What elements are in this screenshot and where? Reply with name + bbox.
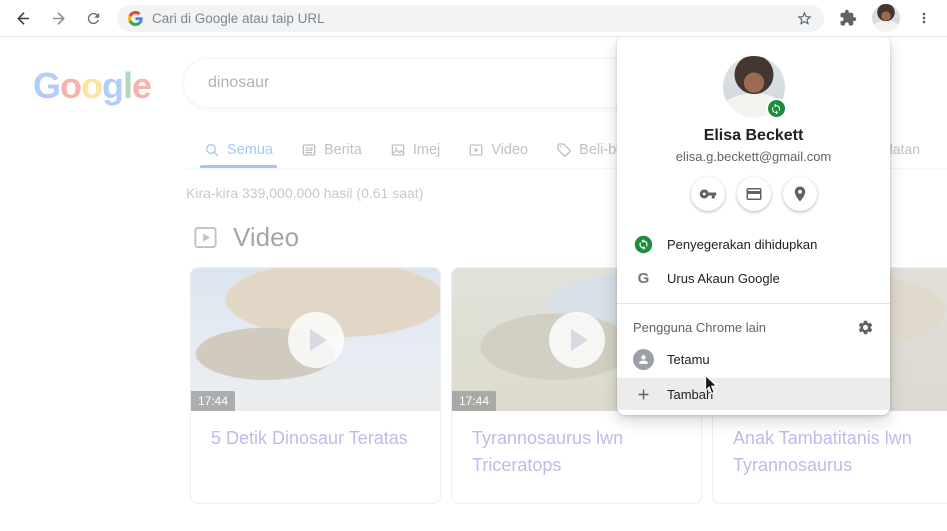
sync-on-badge: [766, 98, 787, 119]
images-icon: [390, 142, 406, 158]
logo-letter: g: [102, 65, 123, 106]
video-duration: 17:44: [191, 391, 235, 411]
logo-letter: G: [33, 65, 60, 106]
tab-label: Berita: [324, 142, 362, 158]
profile-menu: Elisa Beckett elisa.g.beckett@gmail.com …: [617, 36, 890, 415]
tab-video[interactable]: Video: [468, 133, 528, 166]
guest-avatar-icon: [633, 349, 654, 370]
profile-menu-items: Penyegerakan dihidupkan G Urus Akaun Goo…: [617, 227, 890, 410]
video-section-title: Video: [233, 222, 299, 253]
logo-letter: e: [132, 65, 151, 106]
puzzle-icon: [839, 9, 857, 27]
video-section-icon: [192, 224, 219, 251]
extensions-button[interactable]: [837, 7, 859, 29]
menu-item-sync-status[interactable]: Penyegerakan dihidupkan: [617, 227, 890, 261]
tab-label: Video: [491, 142, 528, 158]
sync-icon: [770, 103, 782, 115]
menu-item-guest[interactable]: Tetamu: [617, 342, 890, 376]
browser-window: Cari di Google atau taip URL Google dino…: [0, 0, 947, 531]
credit-card-icon: [745, 185, 763, 203]
profile-photo-wrap: [723, 56, 785, 118]
shopping-tag-icon: [556, 142, 572, 158]
cursor-arrow-icon: [704, 374, 719, 396]
google-g-gray-icon: G: [633, 270, 654, 287]
quick-actions-row: [617, 177, 890, 211]
sync-circle-icon: [634, 235, 653, 254]
plus-icon: [633, 386, 654, 403]
search-query-text: dinosaur: [208, 74, 269, 92]
profile-avatar-button[interactable]: [872, 4, 900, 32]
bookmark-star-icon[interactable]: [796, 10, 813, 27]
menu-item-label: Penyegerakan dihidupkan: [667, 237, 817, 252]
video-section-header: Video: [192, 222, 299, 253]
address-bar[interactable]: Cari di Google atau taip URL: [117, 5, 824, 32]
back-button[interactable]: [12, 7, 34, 29]
logo-letter: l: [123, 65, 132, 106]
back-arrow-icon: [14, 9, 33, 28]
video-thumbnail[interactable]: 17:44: [191, 268, 440, 411]
tab-label: Imej: [413, 142, 440, 158]
other-users-section: Pengguna Chrome lain: [617, 312, 890, 342]
menu-item-manage-account[interactable]: G Urus Akaun Google: [617, 261, 890, 295]
tab-berita[interactable]: Berita: [301, 133, 362, 166]
play-button-icon: [549, 312, 605, 368]
chrome-menu-button[interactable]: [913, 7, 935, 29]
passwords-button[interactable]: [691, 177, 725, 211]
browser-toolbar: Cari di Google atau taip URL: [0, 0, 947, 37]
gear-icon[interactable]: [857, 319, 874, 336]
tab-semua[interactable]: Semua: [204, 133, 273, 166]
three-dots-icon: [916, 10, 932, 26]
reload-icon: [85, 10, 102, 27]
forward-arrow-icon: [49, 9, 68, 28]
forward-button[interactable]: [47, 7, 69, 29]
video-title-link[interactable]: 5 Detik Dinosaur Teratas: [211, 428, 408, 448]
menu-divider: [617, 303, 890, 304]
account-name: Elisa Beckett: [617, 127, 890, 145]
account-email: elisa.g.beckett@gmail.com: [617, 149, 890, 164]
logo-letter: o: [60, 65, 81, 106]
google-g-icon: [128, 11, 143, 26]
news-icon: [301, 142, 317, 158]
google-logo[interactable]: Google: [33, 65, 151, 107]
reload-button[interactable]: [82, 7, 104, 29]
play-button-icon: [288, 312, 344, 368]
video-icon: [468, 142, 484, 158]
sync-on-green-icon: [633, 235, 654, 254]
location-pin-icon: [791, 185, 809, 203]
tab-label: Semua: [227, 142, 273, 158]
video-title-link[interactable]: Anak Tambatitanis lwn Tyrannosaurus: [733, 428, 912, 475]
logo-letter: o: [81, 65, 102, 106]
menu-item-label: Urus Akaun Google: [667, 271, 780, 286]
tab-imej[interactable]: Imej: [390, 133, 440, 166]
video-duration: 17:44: [452, 391, 496, 411]
payment-methods-button[interactable]: [737, 177, 771, 211]
menu-item-label: Tetamu: [667, 352, 710, 367]
url-placeholder: Cari di Google atau taip URL: [152, 11, 787, 26]
menu-item-add-person[interactable]: Tambah: [617, 378, 890, 410]
search-icon: [204, 142, 220, 158]
key-icon: [699, 185, 717, 203]
mouse-cursor: [704, 374, 719, 401]
video-card[interactable]: 17:44 5 Detik Dinosaur Teratas: [190, 267, 441, 504]
addresses-button[interactable]: [783, 177, 817, 211]
result-stats: Kira-kira 339,000,000 hasil (0.61 saat): [186, 185, 423, 201]
video-title-link[interactable]: Tyrannosaurus lwn Triceratops: [472, 428, 623, 475]
other-users-label: Pengguna Chrome lain: [633, 320, 857, 335]
